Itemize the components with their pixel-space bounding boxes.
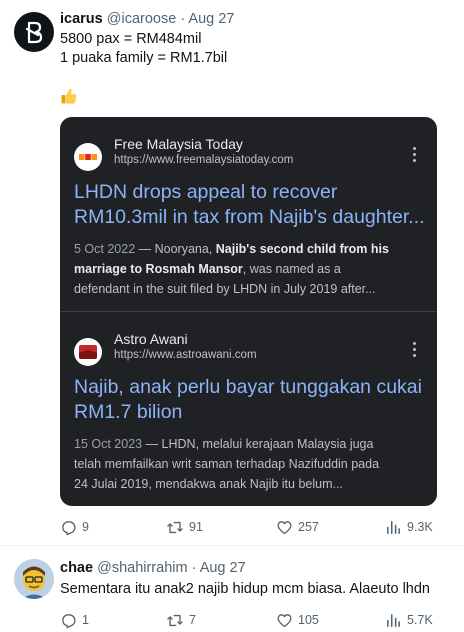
awani-favicon xyxy=(74,338,102,366)
views-button[interactable]: 9.3K xyxy=(385,517,433,537)
fmt-favicon xyxy=(74,143,102,171)
heart-icon xyxy=(277,520,292,534)
result-title-line: Najib, anak perlu bayar tunggakan cukai xyxy=(74,376,422,398)
reply-icon xyxy=(62,520,76,535)
fmt-logo-icon xyxy=(79,154,97,160)
cartoon-avatar-icon xyxy=(14,559,54,599)
tweet-actions: 1 7 105 5.7K xyxy=(60,610,440,630)
like-count: 257 xyxy=(298,520,319,534)
reply-button[interactable]: 9 xyxy=(60,517,89,537)
search-results-card[interactable]: Free Malaysia Today https://www.freemala… xyxy=(60,117,437,506)
avatar[interactable] xyxy=(14,559,54,599)
result-url[interactable]: https://www.freemalaysiatoday.com xyxy=(114,154,293,166)
result-snippet: 5 Oct 2022 — Nooryana, Najib's second ch… xyxy=(74,239,389,299)
tweet-text-line: 5800 pax = RM484mil xyxy=(60,31,202,47)
tweet-header: chae @shahirrahim · Aug 27 xyxy=(60,560,246,576)
result-title-line: RM1.7 bilion xyxy=(74,401,183,423)
more-options-icon[interactable] xyxy=(412,147,416,163)
repost-button[interactable]: 7 xyxy=(166,610,196,630)
result-title[interactable]: LHDN drops appeal to recover RM10.3mil i… xyxy=(74,180,425,230)
repost-icon xyxy=(167,521,183,533)
handle[interactable]: @icaroose xyxy=(107,11,177,27)
result-title[interactable]: Najib, anak perlu bayar tunggakan cukai … xyxy=(74,375,422,425)
handle[interactable]: @shahirrahim xyxy=(97,560,187,576)
search-result[interactable]: Free Malaysia Today https://www.freemala… xyxy=(60,117,437,311)
astro-awani-logo-icon xyxy=(79,345,97,359)
reply-icon xyxy=(62,613,76,628)
heart-icon xyxy=(277,613,292,627)
snippet-text: 24 Julai 2019, mendakwa anak Najib itu b… xyxy=(74,477,343,491)
snippet-bold: marriage to Rosmah Mansor xyxy=(74,262,243,276)
repost-button[interactable]: 91 xyxy=(166,517,203,537)
tweet-text-line: 1 puaka family = RM1.7bil xyxy=(60,50,228,66)
separator-dot: · xyxy=(180,11,186,27)
like-count: 105 xyxy=(298,613,319,627)
like-button[interactable]: 105 xyxy=(276,610,319,630)
result-snippet: 15 Oct 2023 — LHDN, melalui kerajaan Mal… xyxy=(74,434,379,494)
thumbs-up-icon xyxy=(61,88,77,104)
views-count: 5.7K xyxy=(407,613,433,627)
snippet-text: — LHDN, melalui kerajaan Malaysia juga xyxy=(142,437,374,451)
snippet-text: defendant in the suit filed by LHDN in J… xyxy=(74,282,376,296)
reply-count: 1 xyxy=(82,613,89,627)
views-icon xyxy=(387,613,400,627)
snippet-text: , was named as a xyxy=(242,262,341,276)
tweet-actions: 9 91 257 9.3K xyxy=(60,517,440,537)
more-options-icon[interactable] xyxy=(412,342,416,358)
tweet-icarus: icarus @icaroose · Aug 27 5800 pax = RM4… xyxy=(0,0,464,545)
result-title-line: LHDN drops appeal to recover xyxy=(74,181,338,203)
tweet-header: icarus @icaroose · Aug 27 xyxy=(60,11,234,27)
reply-count: 9 xyxy=(82,520,89,534)
like-button[interactable]: 257 xyxy=(276,517,319,537)
avatar[interactable] xyxy=(14,12,54,52)
repost-count: 91 xyxy=(189,520,203,534)
display-name[interactable]: chae xyxy=(60,560,93,576)
repost-count: 7 xyxy=(189,613,196,627)
views-count: 9.3K xyxy=(407,520,433,534)
reply-button[interactable]: 1 xyxy=(60,610,89,630)
search-result[interactable]: Astro Awani https://www.astroawani.com N… xyxy=(60,312,437,506)
display-name[interactable]: icarus xyxy=(60,11,103,27)
tweet-date[interactable]: Aug 27 xyxy=(188,11,234,27)
tweet-text-line: Sementara itu anak2 najib hidup mcm bias… xyxy=(60,581,430,597)
snippet-text: — Nooryana, xyxy=(135,242,216,256)
snippet-bold: Najib's second child from his xyxy=(215,242,389,256)
snippet-date: 5 Oct 2022 xyxy=(74,242,136,256)
views-icon xyxy=(387,520,400,534)
b-logo-icon xyxy=(25,21,43,44)
snippet-date: 15 Oct 2023 xyxy=(74,437,143,451)
result-title-line: RM10.3mil in tax from Najib's daughter..… xyxy=(74,206,425,228)
repost-icon xyxy=(167,614,183,626)
result-site-name: Free Malaysia Today xyxy=(114,136,243,152)
separator-dot: · xyxy=(191,560,197,576)
views-button[interactable]: 5.7K xyxy=(385,610,433,630)
result-site-name: Astro Awani xyxy=(114,331,188,347)
result-url[interactable]: https://www.astroawani.com xyxy=(114,349,257,361)
snippet-text: telah memfailkan writ saman terhadap Naz… xyxy=(74,457,380,471)
tweet-date[interactable]: Aug 27 xyxy=(200,560,246,576)
